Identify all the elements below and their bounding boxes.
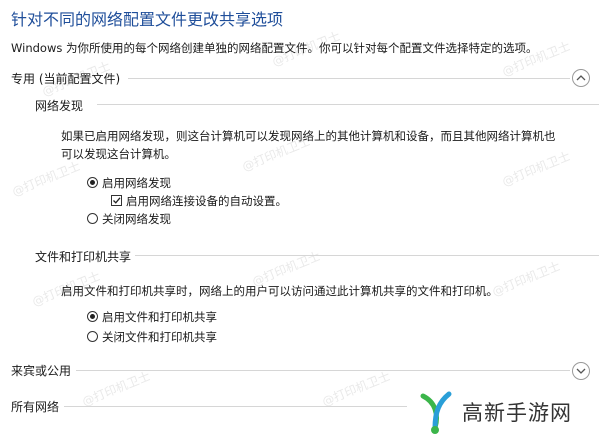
chevron-up-icon (576, 75, 586, 81)
leaf-logo-icon (420, 391, 452, 434)
network-discovery-on-radio[interactable] (87, 177, 98, 188)
network-discovery-description: 可以发现这台计算机。 (61, 147, 176, 161)
chevron-down-icon (576, 368, 586, 374)
site-logo: 高新手游网 (407, 388, 600, 436)
guest-public-header[interactable]: 来宾或公用 (11, 362, 71, 379)
section-divider (76, 370, 570, 371)
section-divider (135, 255, 599, 256)
section-divider (128, 78, 570, 79)
watermark-text: @打印机卫士 (10, 158, 83, 199)
network-discovery-on-label[interactable]: 启用网络发现 (102, 175, 171, 191)
site-logo-text: 高新手游网 (462, 401, 572, 425)
section-divider (97, 104, 599, 105)
collapse-private-button[interactable] (572, 69, 590, 87)
file-printer-sharing-heading: 文件和打印机共享 (35, 250, 132, 264)
file-sharing-off-label[interactable]: 关闭文件和打印机共享 (102, 329, 217, 345)
network-discovery-off-label[interactable]: 关闭网络发现 (102, 211, 171, 227)
auto-setup-checkbox[interactable] (111, 195, 122, 206)
all-networks-header[interactable]: 所有网络 (11, 398, 59, 415)
auto-setup-label[interactable]: 启用网络连接设备的自动设置。 (126, 193, 287, 209)
watermark-text: @打印机卫士 (80, 368, 153, 409)
network-discovery-description: 如果已启用网络发现，则这台计算机可以发现网络上的其他计算机和设备，而且其他网络计… (61, 129, 556, 143)
watermark-text: @打印机卫士 (490, 258, 563, 299)
private-profile-header[interactable]: 专用 (当前配置文件) (11, 70, 120, 87)
checkmark-icon (113, 197, 121, 204)
expand-guest-public-button[interactable] (572, 362, 590, 380)
page-title: 针对不同的网络配置文件更改共享选项 (11, 10, 284, 29)
network-discovery-off-radio[interactable] (87, 213, 98, 224)
watermark-text: @打印机卫士 (500, 148, 573, 189)
page-description: Windows 为你所使用的每个网络创建单独的网络配置文件。你可以针对每个配置文… (11, 41, 538, 55)
file-sharing-on-radio[interactable] (87, 311, 98, 322)
watermark-text: @打印机卫士 (320, 368, 393, 409)
file-sharing-on-label[interactable]: 启用文件和打印机共享 (102, 309, 217, 325)
section-divider (64, 406, 409, 407)
file-printer-sharing-description: 启用文件和打印机共享时，网络上的用户可以访问通过此计算机共享的文件和打印机。 (61, 284, 498, 298)
file-sharing-off-radio[interactable] (87, 331, 98, 342)
network-discovery-heading: 网络发现 (35, 99, 84, 113)
